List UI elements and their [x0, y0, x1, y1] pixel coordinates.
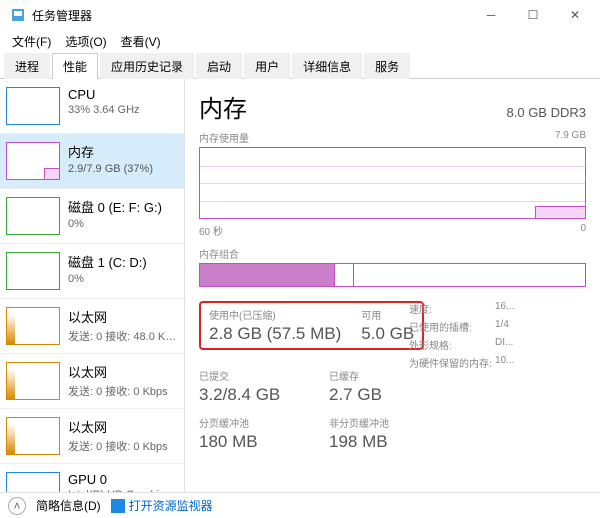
committed-label: 已提交: [199, 368, 309, 383]
footer: ˄ 简略信息(D) 打开资源监视器: [0, 492, 600, 518]
small-stats: 速度:16...已使用的插槽:1/4外形规格:DI...为硬件保留的内存:10.…: [409, 301, 514, 452]
paged-value: 180 MB: [199, 432, 309, 452]
inuse-value: 2.8 GB (57.5 MB): [209, 324, 341, 344]
titlebar: 任务管理器 ─ ☐ ✕: [0, 0, 600, 30]
graph-usage-label: 内存使用量: [199, 130, 249, 145]
sidebar-item-sub: 发送: 0 接收: 48.0 Kbps: [68, 328, 178, 344]
sidebar-item-sub: 发送: 0 接收: 0 Kbps: [68, 383, 178, 399]
sidebar-item-sub: 0%: [68, 218, 178, 230]
collapse-button[interactable]: ˄: [8, 497, 26, 515]
stat-value: 1/4: [495, 319, 509, 334]
sidebar-item-name: 内存: [68, 142, 178, 161]
capacity-label: 8.0 GB DDR3: [507, 105, 586, 120]
sidebar-item-sub: 2.9/7.9 GB (37%): [68, 163, 178, 175]
tab-性能[interactable]: 性能: [52, 53, 98, 79]
menu-file[interactable]: 文件(F): [6, 31, 57, 52]
sidebar-item-sub: 0%: [68, 273, 178, 285]
net-thumb: [6, 417, 60, 455]
graph-axis-right: 0: [580, 223, 586, 238]
menu-options[interactable]: 选项(O): [59, 31, 112, 52]
minimize-button[interactable]: ─: [470, 1, 512, 29]
sidebar-item-net-6[interactable]: 以太网发送: 0 接收: 0 Kbps: [0, 409, 184, 464]
sidebar-item-name: GPU 0: [68, 472, 178, 487]
disk-thumb: [6, 197, 60, 235]
stat-value: 16...: [495, 301, 514, 316]
menubar: 文件(F) 选项(O) 查看(V): [0, 30, 600, 52]
main-area: CPU 33% 3.64 GHz 内存 2.9/7.9 GB (37%) 磁盘 0 (E…: [0, 79, 600, 493]
tab-启动[interactable]: 启动: [196, 53, 242, 79]
graph-axis-left: 60 秒: [199, 223, 223, 238]
sidebar-item-name: 磁盘 0 (E: F: G:): [68, 197, 178, 216]
available-label: 可用: [361, 307, 414, 322]
cpu-thumb: [6, 87, 60, 125]
disk-thumb: [6, 252, 60, 290]
cached-label: 已缓存: [329, 368, 382, 383]
inuse-label: 使用中(已压缩): [209, 307, 341, 322]
content-pane: 内存 8.0 GB DDR3 内存使用量 7.9 GB 60 秒 0 内存组合 …: [185, 79, 600, 493]
tab-服务[interactable]: 服务: [364, 53, 410, 79]
tab-bar: 进程性能应用历史记录启动用户详细信息服务: [0, 52, 600, 79]
highlight-box: 使用中(已压缩) 2.8 GB (57.5 MB) 可用 5.0 GB: [199, 301, 424, 350]
gpu-thumb: [6, 472, 60, 493]
sidebar-item-net-5[interactable]: 以太网发送: 0 接收: 0 Kbps: [0, 354, 184, 409]
maximize-button[interactable]: ☐: [512, 1, 554, 29]
sidebar-item-name: CPU: [68, 87, 178, 102]
menu-view[interactable]: 查看(V): [115, 31, 167, 52]
mem-thumb: [6, 142, 60, 180]
net-thumb: [6, 307, 60, 345]
sidebar-item-gpu-7[interactable]: GPU 0Intel(R) HD Graphics: [0, 464, 184, 493]
memory-composition-graph: [199, 263, 586, 287]
graph-usage-max: 7.9 GB: [555, 130, 586, 145]
sidebar-item-name: 以太网: [68, 362, 178, 381]
graph-composition-label: 内存组合: [199, 246, 239, 261]
sidebar-item-mem-1[interactable]: 内存 2.9/7.9 GB (37%): [0, 134, 184, 189]
available-value: 5.0 GB: [361, 324, 414, 344]
memory-usage-graph: [199, 147, 586, 219]
stat-key: 已使用的插槽:: [409, 319, 495, 334]
committed-value: 3.2/8.4 GB: [199, 385, 309, 405]
sidebar-item-name: 磁盘 1 (C: D:): [68, 252, 178, 271]
sidebar-item-sub: 发送: 0 接收: 0 Kbps: [68, 438, 178, 454]
stat-value: DI...: [495, 337, 513, 352]
sidebar-item-disk-2[interactable]: 磁盘 0 (E: F: G:) 0%: [0, 189, 184, 244]
page-title: 内存: [199, 89, 247, 124]
stat-value: 10...: [495, 355, 514, 370]
close-button[interactable]: ✕: [554, 1, 596, 29]
nonpaged-value: 198 MB: [329, 432, 389, 452]
stat-key: 外形规格:: [409, 337, 495, 352]
sidebar: CPU 33% 3.64 GHz 内存 2.9/7.9 GB (37%) 磁盘 0 (E…: [0, 79, 185, 493]
stat-key: 速度:: [409, 301, 495, 316]
tab-进程[interactable]: 进程: [4, 53, 50, 79]
tab-用户[interactable]: 用户: [244, 53, 290, 79]
sidebar-item-disk-3[interactable]: 磁盘 1 (C: D:) 0%: [0, 244, 184, 299]
sidebar-item-net-4[interactable]: 以太网发送: 0 接收: 48.0 Kbps: [0, 299, 184, 354]
app-icon: [10, 7, 26, 23]
monitor-icon: [111, 499, 125, 513]
sidebar-item-name: 以太网: [68, 307, 178, 326]
window-title: 任务管理器: [32, 7, 470, 24]
paged-label: 分页缓冲池: [199, 415, 309, 430]
sidebar-item-sub: 33% 3.64 GHz: [68, 104, 178, 116]
nonpaged-label: 非分页缓冲池: [329, 415, 389, 430]
open-resource-monitor-link[interactable]: 打开资源监视器: [111, 497, 213, 514]
cached-value: 2.7 GB: [329, 385, 382, 405]
sidebar-item-name: 以太网: [68, 417, 178, 436]
tab-应用历史记录[interactable]: 应用历史记录: [100, 53, 194, 79]
stat-key: 为硬件保留的内存:: [409, 355, 495, 370]
fewer-details[interactable]: 简略信息(D): [36, 497, 101, 514]
tab-详细信息[interactable]: 详细信息: [292, 53, 362, 79]
net-thumb: [6, 362, 60, 400]
sidebar-item-cpu-0[interactable]: CPU 33% 3.64 GHz: [0, 79, 184, 134]
